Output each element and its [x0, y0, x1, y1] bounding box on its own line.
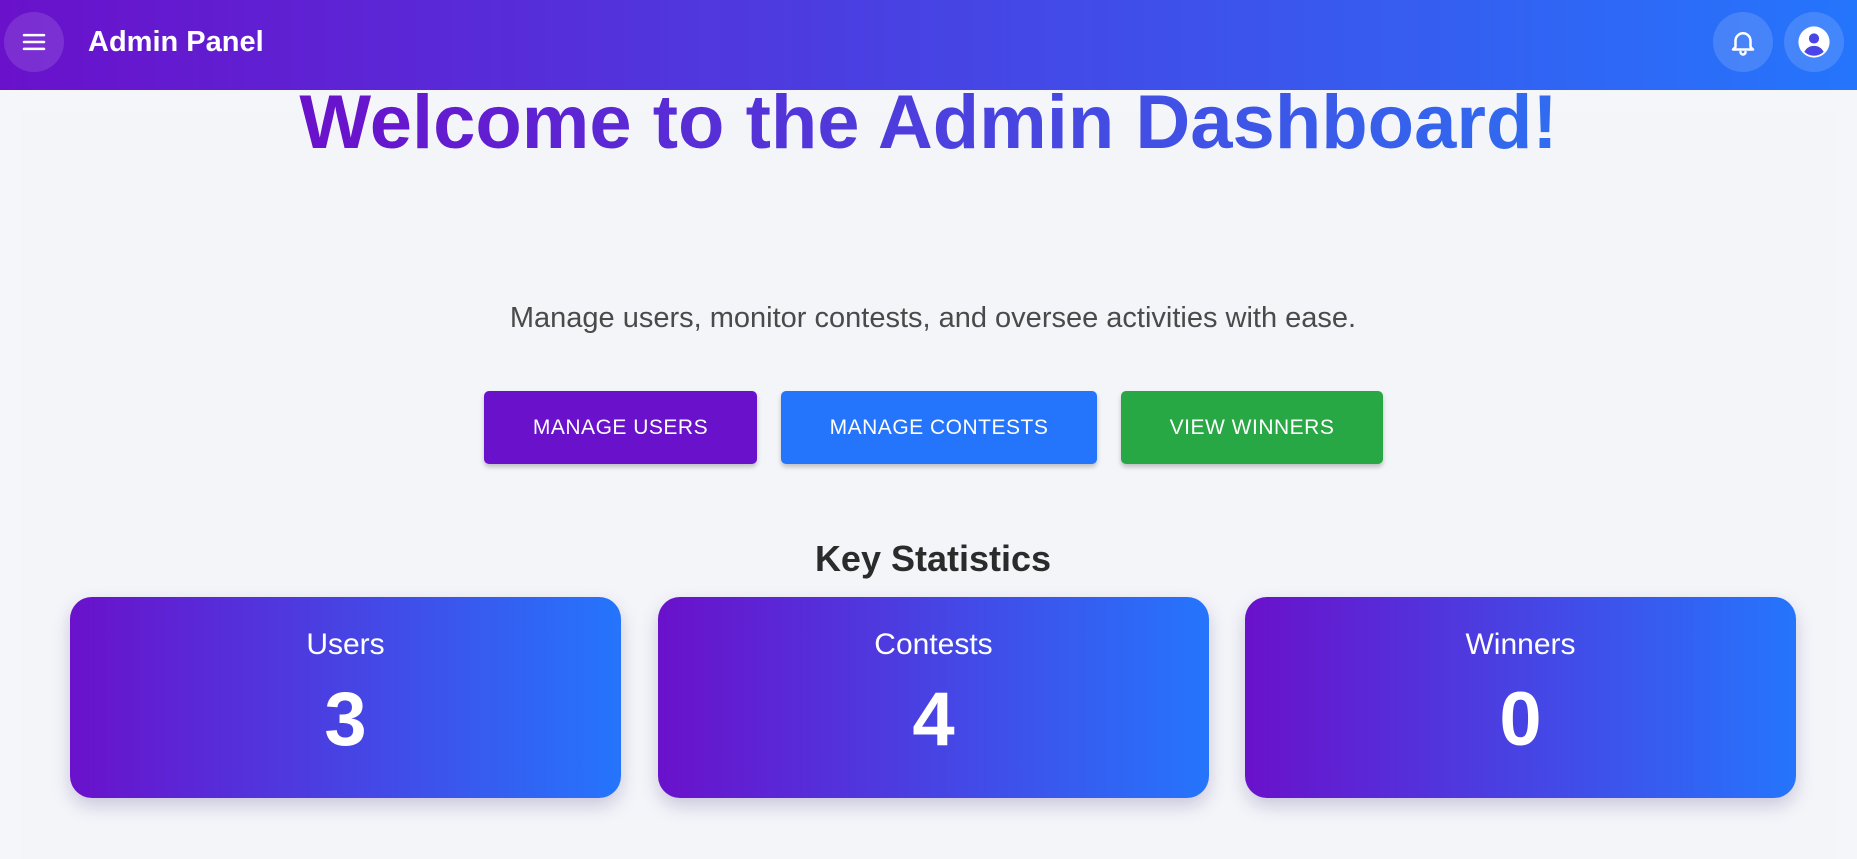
welcome-subtitle: Manage users, monitor contests, and over…	[509, 302, 1357, 334]
stat-label: Winners	[1465, 628, 1576, 661]
notifications-button[interactable]	[1713, 12, 1773, 72]
stat-card-winners: Winners 0	[1245, 597, 1796, 798]
account-button[interactable]	[1784, 12, 1844, 72]
hamburger-menu-icon	[22, 33, 46, 51]
stat-label: Contests	[874, 628, 993, 661]
stat-card-users: Users 3	[70, 597, 621, 798]
stat-label: Users	[306, 628, 385, 661]
stat-value: 0	[1499, 677, 1542, 762]
stat-value: 4	[912, 677, 955, 762]
stat-card-contests: Contests 4	[658, 597, 1209, 798]
app-bar: Admin Panel	[0, 0, 1857, 90]
bell-icon	[1731, 32, 1755, 56]
menu-button[interactable]	[4, 12, 64, 72]
account-circle-icon	[1798, 26, 1830, 58]
app-title: Admin Panel	[88, 26, 264, 58]
view-winners-button[interactable]: VIEW WINNERS	[1121, 391, 1383, 464]
manage-users-button[interactable]: MANAGE USERS	[484, 391, 757, 464]
key-statistics-heading: Key Statistics	[814, 538, 1052, 579]
manage-contests-button[interactable]: MANAGE CONTESTS	[781, 391, 1097, 464]
welcome-heading: Welcome to the Admin Dashboard!	[299, 80, 1558, 165]
stat-value: 3	[324, 677, 367, 762]
